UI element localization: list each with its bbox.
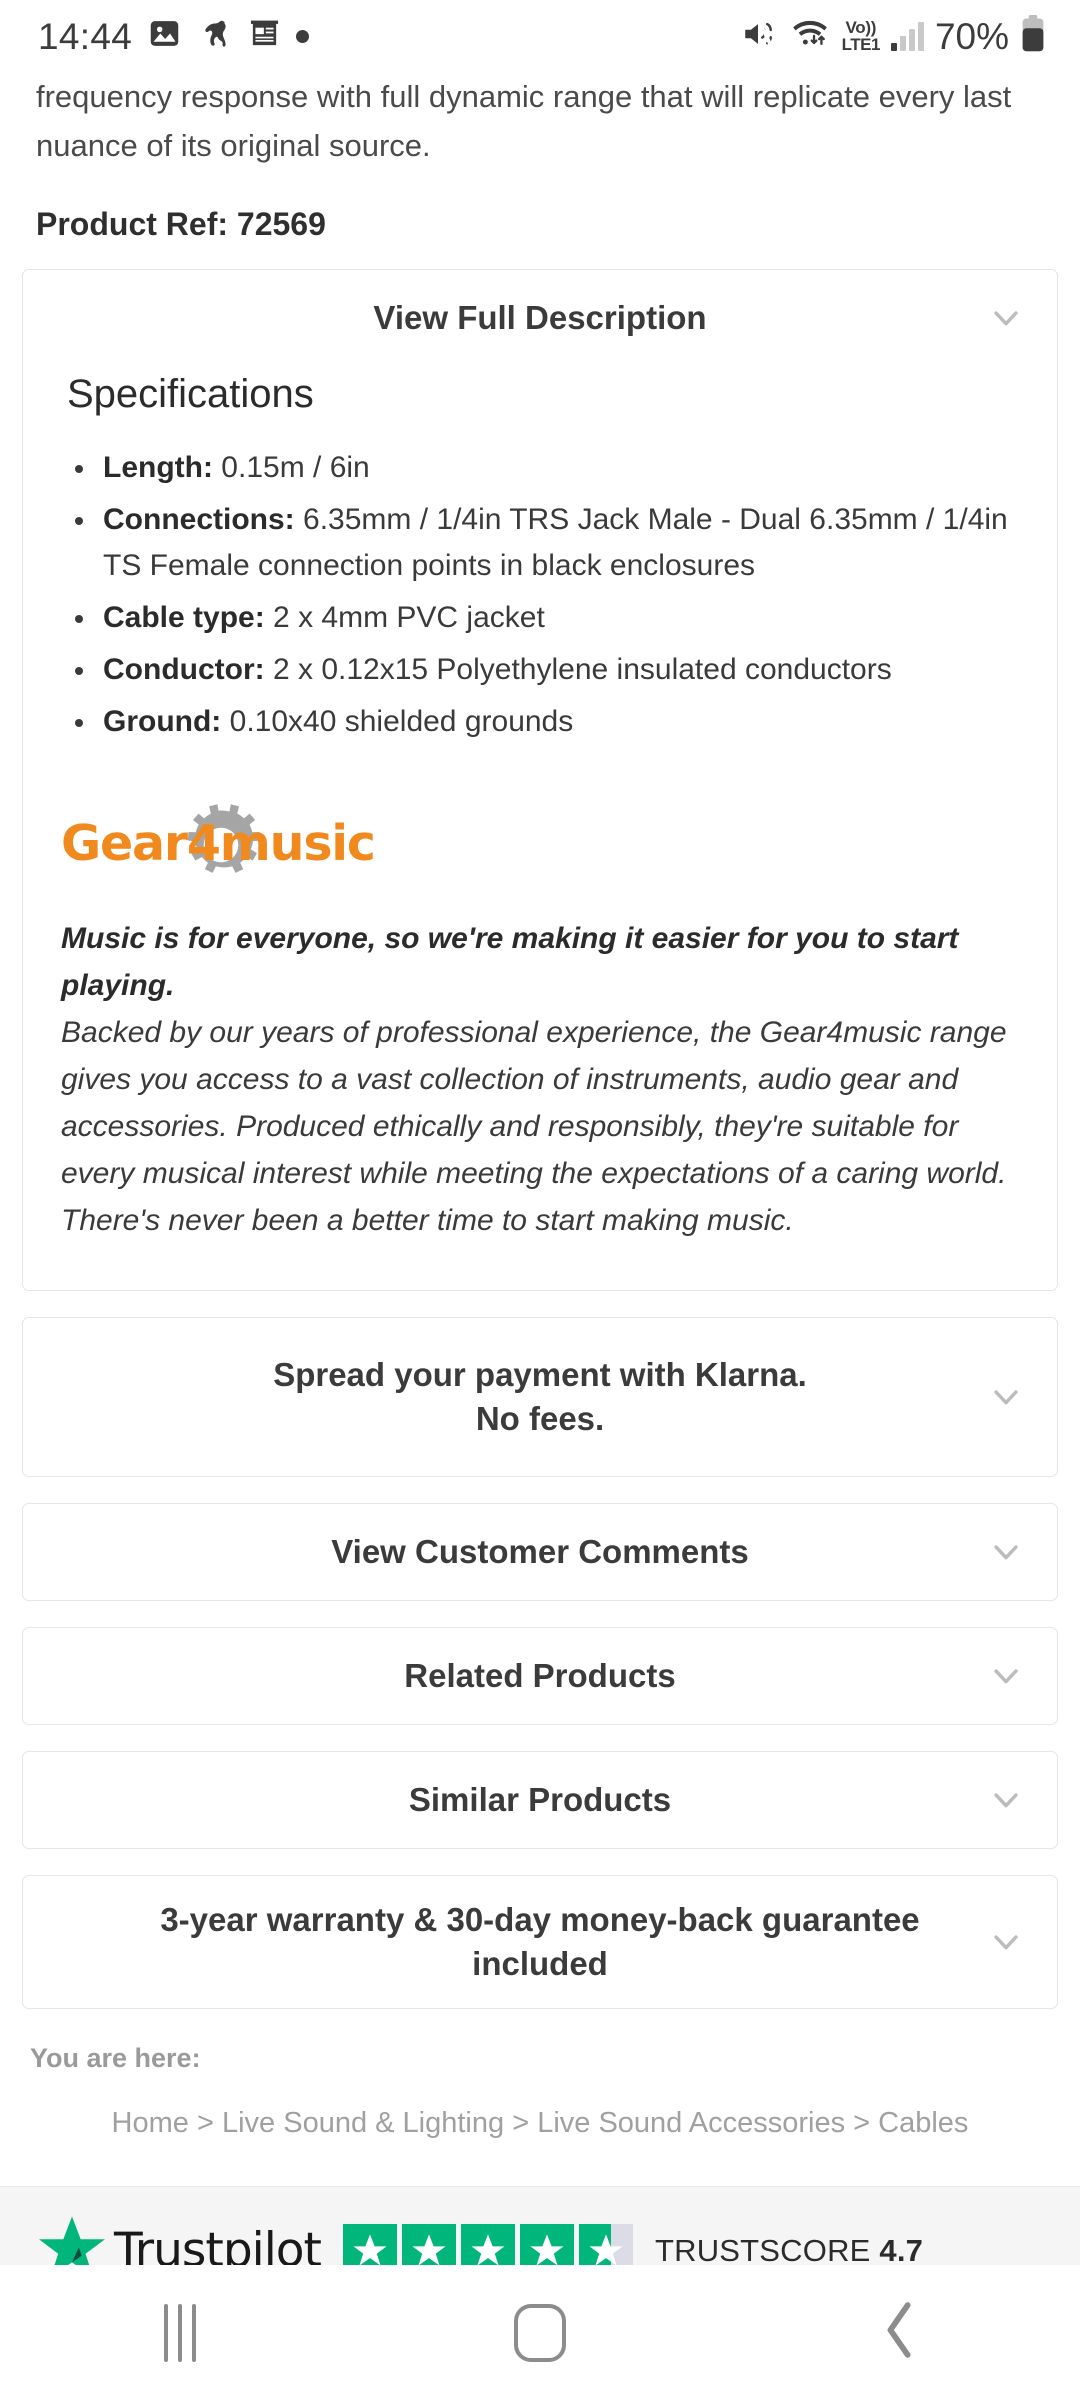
battery-icon [1020,14,1046,58]
dot-indicator [296,29,310,43]
recents-icon[interactable] [164,2303,196,2362]
breadcrumb-item-live-sound-accessories[interactable]: Live Sound Accessories [537,2107,845,2139]
description-tail-text: frequency response with full dynamic ran… [36,79,1012,163]
accordion-header-warranty[interactable]: 3-year warranty & 30-day money-back guar… [23,1876,1057,2008]
spec-value: 2 x 4mm PVC jacket [264,601,545,634]
breadcrumb-separator: > [853,2107,871,2139]
accordion-header-related-products[interactable]: Related Products [23,1628,1057,1724]
nav-back-button[interactable] [720,2299,1080,2366]
battery-percent: 70% [934,15,1009,57]
trustscore-label: TRUSTSCORE [654,2232,871,2268]
spec-label: Cable type: [103,601,265,634]
chevron-down-icon[interactable] [989,1925,1023,1959]
status-bar-right: Vo)) LTE1 70% [738,14,1046,58]
system-navigation-bar [0,2265,1080,2400]
spec-label: Ground: [103,705,222,738]
accordion-view-full-description[interactable]: View Full Description Specifications Len… [22,269,1058,1291]
back-icon[interactable] [877,2299,923,2366]
page-content: frequency response with full dynamic ran… [0,72,1080,2400]
accordion-customer-comments[interactable]: View Customer Comments [22,1503,1058,1601]
accordion-header-similar-products[interactable]: Similar Products [23,1752,1057,1848]
breadcrumb-separator: > [512,2107,530,2139]
spec-item: Ground: 0.10x40 shielded grounds [61,699,1019,745]
gallery-icon [148,17,181,55]
spec-item: Connections: 6.35mm / 1/4in TRS Jack Mal… [61,497,1019,589]
spec-label: Connections: [103,503,295,536]
product-ref: Product Ref: 72569 [36,206,326,242]
accordion-warranty[interactable]: 3-year warranty & 30-day money-back guar… [22,1875,1058,2009]
gear4music-logo: Gear4music [61,797,376,893]
breadcrumb-item-live-sound-lighting[interactable]: Live Sound & Lighting [222,2107,504,2139]
news-icon [249,17,280,55]
spec-value: 0.15m / 6in [212,451,370,484]
home-icon[interactable] [514,2303,566,2362]
accordion-related-products[interactable]: Related Products [22,1627,1058,1725]
chevron-down-icon[interactable] [989,1380,1023,1414]
breadcrumb-item-home[interactable]: Home [112,2107,189,2139]
status-bar: 14:44 Vo)) LTE1 70% [0,0,1080,72]
accordion-similar-products[interactable]: Similar Products [22,1751,1058,1849]
brand-body: Backed by our years of professional expe… [61,1016,1007,1237]
nav-home-button[interactable] [360,2303,720,2362]
volte-bottom: LTE1 [841,35,881,54]
phone-screen: 14:44 Vo)) LTE1 70% frequency response w… [0,0,1080,2400]
mute-icon [738,17,778,56]
status-clock: 14:44 [38,15,133,57]
spec-value: 2 x 0.12x15 Polyethylene insulated condu… [264,653,892,686]
brand-description: Music is for everyone, so we're making i… [61,915,1019,1244]
horse-icon [197,17,233,55]
status-bar-left: 14:44 [38,15,310,57]
breadcrumb-label: You are here: [30,2043,201,2073]
spec-item: Cable type: 2 x 4mm PVC jacket [61,595,1019,641]
accordion-title: Related Products [404,1657,676,1694]
volte-icon: Vo)) LTE1 [841,18,881,54]
spec-value: 0.10x40 shielded grounds [221,705,574,738]
volte-top: Vo)) [845,18,877,37]
trustscore: TRUSTSCORE 4.7 [655,2233,923,2269]
accordion-header-klarna[interactable]: Spread your payment with Klarna. No fees… [23,1318,1057,1476]
breadcrumb-trail: Home > Live Sound & Lighting > Live Soun… [30,2102,1050,2144]
accordion-title: View Customer Comments [331,1533,749,1570]
chevron-down-icon[interactable] [989,1659,1023,1693]
breadcrumb: You are here: Home > Live Sound & Lighti… [0,2009,1080,2144]
spec-label: Length: [103,451,213,484]
accordion-title: Spread your payment with Klarna. No fees… [273,1356,807,1437]
signal-icon [890,21,924,51]
accordion-header-view-full-description[interactable]: View Full Description [23,270,1057,366]
accordion-klarna[interactable]: Spread your payment with Klarna. No fees… [22,1317,1058,1477]
accordion-title: View Full Description [373,299,707,336]
specifications-heading: Specifications [67,372,314,416]
chevron-down-icon[interactable] [989,301,1023,335]
spec-item: Conductor: 2 x 0.12x15 Polyethylene insu… [61,647,1019,693]
brand-lead: Music is for everyone, so we're making i… [61,922,959,1002]
trustscore-value: 4.7 [879,2232,924,2268]
breadcrumb-separator: > [196,2107,214,2139]
chevron-down-icon[interactable] [989,1783,1023,1817]
accordion-body-view-full-description: Specifications Length: 0.15m / 6in Conne… [23,372,1057,1290]
accordion-title: 3-year warranty & 30-day money-back guar… [160,1901,920,1982]
accordion-title: Similar Products [408,1781,672,1818]
chevron-down-icon[interactable] [989,1535,1023,1569]
spec-item: Length: 0.15m / 6in [61,445,1019,491]
gear4music-wordmark: Gear4music [61,815,376,872]
specifications-list: Length: 0.15m / 6in Connections: 6.35mm … [61,445,1019,745]
spec-label: Conductor: [103,653,265,686]
breadcrumb-item-cables[interactable]: Cables [878,2107,968,2139]
accordion-header-customer-comments[interactable]: View Customer Comments [23,1504,1057,1600]
wifi-icon [789,17,831,56]
nav-recents-button[interactable] [0,2303,360,2362]
